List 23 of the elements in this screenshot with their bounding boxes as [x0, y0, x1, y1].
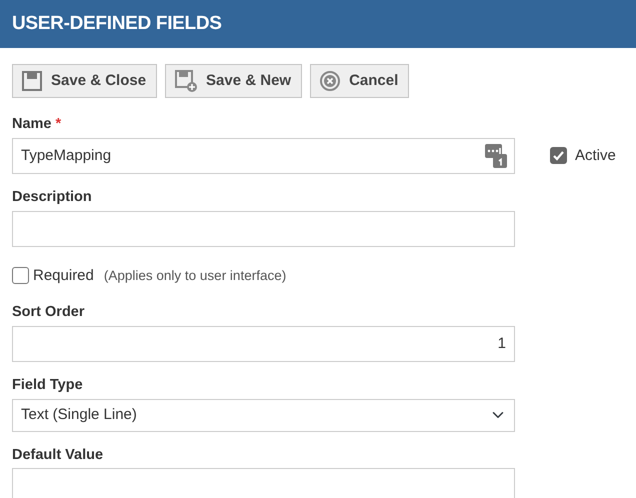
- field-type-select[interactable]: Text (Single Line): [12, 398, 515, 432]
- hint-text: (Applies only to user interface): [104, 266, 286, 285]
- checkbox[interactable]: [12, 267, 29, 284]
- name-field[interactable]: TypeMapping: [12, 138, 515, 174]
- required-mark: *: [56, 115, 62, 134]
- close-circle-icon: [319, 70, 342, 92]
- field-label: Name: [12, 115, 52, 134]
- default-value-field[interactable]: [12, 468, 515, 498]
- description-field[interactable]: [12, 210, 515, 246]
- field-label: Description: [12, 188, 92, 207]
- toolbar-button[interactable]: Save & New: [165, 64, 302, 98]
- field-label: Sort Order: [12, 303, 85, 322]
- floppy-disk-plus-icon: [174, 69, 198, 93]
- checkbox[interactable]: [550, 147, 567, 164]
- counter-icon: [485, 144, 507, 168]
- sort-order-field[interactable]: 1: [12, 326, 515, 362]
- toolbar-button[interactable]: Save & Close: [12, 64, 158, 98]
- checkbox-label: Required: [33, 266, 94, 286]
- checkbox-label: Active: [575, 146, 616, 166]
- page-title: USER-DEFINED FIELDS: [12, 12, 222, 36]
- field-label: Default Value: [12, 446, 104, 464]
- toolbar-button[interactable]: Cancel: [310, 64, 410, 98]
- field-label: Field Type: [12, 376, 83, 395]
